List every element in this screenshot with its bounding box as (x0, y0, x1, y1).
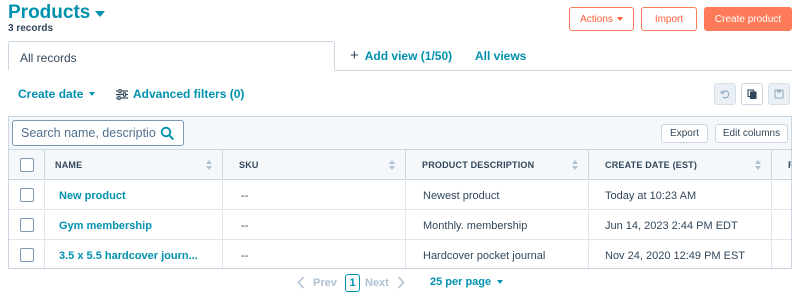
description-cell: Monthly. membership (406, 211, 589, 240)
column-header-name[interactable]: NAME (45, 150, 223, 180)
chevron-right-icon (397, 276, 405, 289)
row-checkbox[interactable] (20, 248, 34, 262)
record-name-link[interactable]: 3.5 x 5.5 hardcover journ... (59, 250, 198, 262)
row-select-cell (9, 181, 45, 210)
page-title: Products (8, 2, 91, 23)
caret-down-icon (89, 92, 96, 96)
row-select-cell (9, 241, 45, 268)
select-all-checkbox[interactable] (20, 158, 34, 172)
description-cell: Newest product (406, 181, 589, 210)
create-date-cell: Nov 24, 2020 12:49 PM EST (589, 241, 772, 268)
create-date-filter[interactable]: Create date (18, 87, 96, 101)
sort-icon (389, 160, 395, 170)
sort-icon (572, 160, 578, 170)
record-name-link[interactable]: Gym membership (59, 220, 152, 232)
column-header-create-date[interactable]: CREATE DATE (EST) (589, 150, 772, 180)
filter-bar: Create date Advanced filters (0) (0, 80, 800, 110)
table-row: 3.5 x 5.5 hardcover journ... -- Hardcove… (9, 241, 791, 268)
page-number-current[interactable]: 1 (345, 274, 360, 292)
chevron-left-icon (297, 276, 305, 289)
sku-cell: -- (223, 181, 406, 210)
records-table: Export Edit columns NAME SKU PRODUCT DES… (8, 116, 792, 269)
export-button[interactable]: Export (661, 124, 708, 143)
row-select-cell (9, 211, 45, 240)
name-cell: 3.5 x 5.5 hardcover journ... (45, 241, 223, 268)
add-view-button[interactable]: + Add view (1/50) (350, 47, 453, 64)
create-product-button[interactable]: Create product (704, 7, 792, 31)
create-date-cell: Jun 14, 2023 2:44 PM EDT (589, 211, 772, 240)
description-cell: Hardcover pocket journal (406, 241, 589, 268)
prev-page-button[interactable]: Prev (297, 276, 337, 289)
table-row: New product -- Newest product Today at 1… (9, 181, 791, 210)
column-header-description[interactable]: PRODUCT DESCRIPTION (406, 150, 589, 180)
per-page-label: 25 per page (430, 276, 492, 288)
column-header-label: PRODUCT DESCRIPTION (422, 160, 535, 170)
tab-all-records[interactable]: All records (8, 41, 335, 71)
name-cell: Gym membership (45, 211, 223, 240)
view-tabs: All records + Add view (1/50) All views (8, 41, 792, 71)
edit-columns-button[interactable]: Edit columns (715, 124, 788, 143)
undo-icon (720, 90, 730, 99)
create-date-filter-label: Create date (18, 87, 84, 101)
row-checkbox[interactable] (20, 188, 34, 202)
sku-cell: -- (223, 241, 406, 268)
floppy-disk-icon (774, 89, 784, 99)
sliders-icon (116, 88, 128, 100)
advanced-filters-button[interactable]: Advanced filters (0) (116, 87, 244, 101)
per-page-select[interactable]: 25 per page (430, 276, 504, 288)
all-views-link[interactable]: All views (475, 49, 526, 63)
table-header: NAME SKU PRODUCT DESCRIPTION CREATE DATE… (9, 150, 791, 180)
clone-view-button[interactable] (741, 83, 763, 105)
sku-cell: -- (223, 211, 406, 240)
object-switcher[interactable]: Products (8, 2, 106, 24)
pagination: Prev 1 Next 25 per page (0, 273, 800, 293)
search-box (12, 120, 184, 146)
record-count: 3 records (8, 23, 54, 34)
column-header-label: NAME (55, 160, 83, 170)
create-date-cell: Today at 10:23 AM (589, 181, 772, 210)
actions-button[interactable]: Actions (569, 7, 634, 31)
chevron-down-icon (95, 11, 106, 17)
column-header-label: P (788, 160, 791, 170)
add-view-label: Add view (1/50) (364, 49, 453, 63)
sort-icon (206, 160, 212, 170)
column-header-label: SKU (239, 160, 259, 170)
row-checkbox[interactable] (20, 218, 34, 232)
table-row: Gym membership -- Monthly. membership Ju… (9, 211, 791, 240)
prev-label: Prev (313, 276, 337, 289)
import-button[interactable]: Import (641, 7, 697, 31)
save-view-button[interactable] (768, 83, 790, 105)
caret-down-icon (497, 280, 504, 284)
name-cell: New product (45, 181, 223, 210)
record-name-link[interactable]: New product (59, 190, 126, 202)
sort-icon (755, 160, 761, 170)
search-icon[interactable] (160, 126, 174, 140)
copy-icon (747, 89, 757, 99)
column-header-truncated[interactable]: P (772, 150, 791, 180)
next-label: Next (365, 276, 389, 289)
page-header: Products 3 records Actions Import Create… (0, 0, 800, 40)
actions-button-label: Actions (580, 13, 613, 25)
plus-icon: + (350, 47, 359, 64)
column-header-label: CREATE DATE (EST) (605, 160, 698, 170)
column-header-sku[interactable]: SKU (223, 150, 406, 180)
table-toolbar: Export Edit columns (9, 117, 791, 150)
caret-down-icon (616, 17, 623, 21)
reset-view-button[interactable] (714, 83, 736, 105)
select-all-cell (9, 150, 45, 180)
next-page-button[interactable]: Next (365, 276, 405, 289)
advanced-filters-label: Advanced filters (0) (133, 87, 245, 101)
search-input[interactable] (21, 126, 159, 140)
